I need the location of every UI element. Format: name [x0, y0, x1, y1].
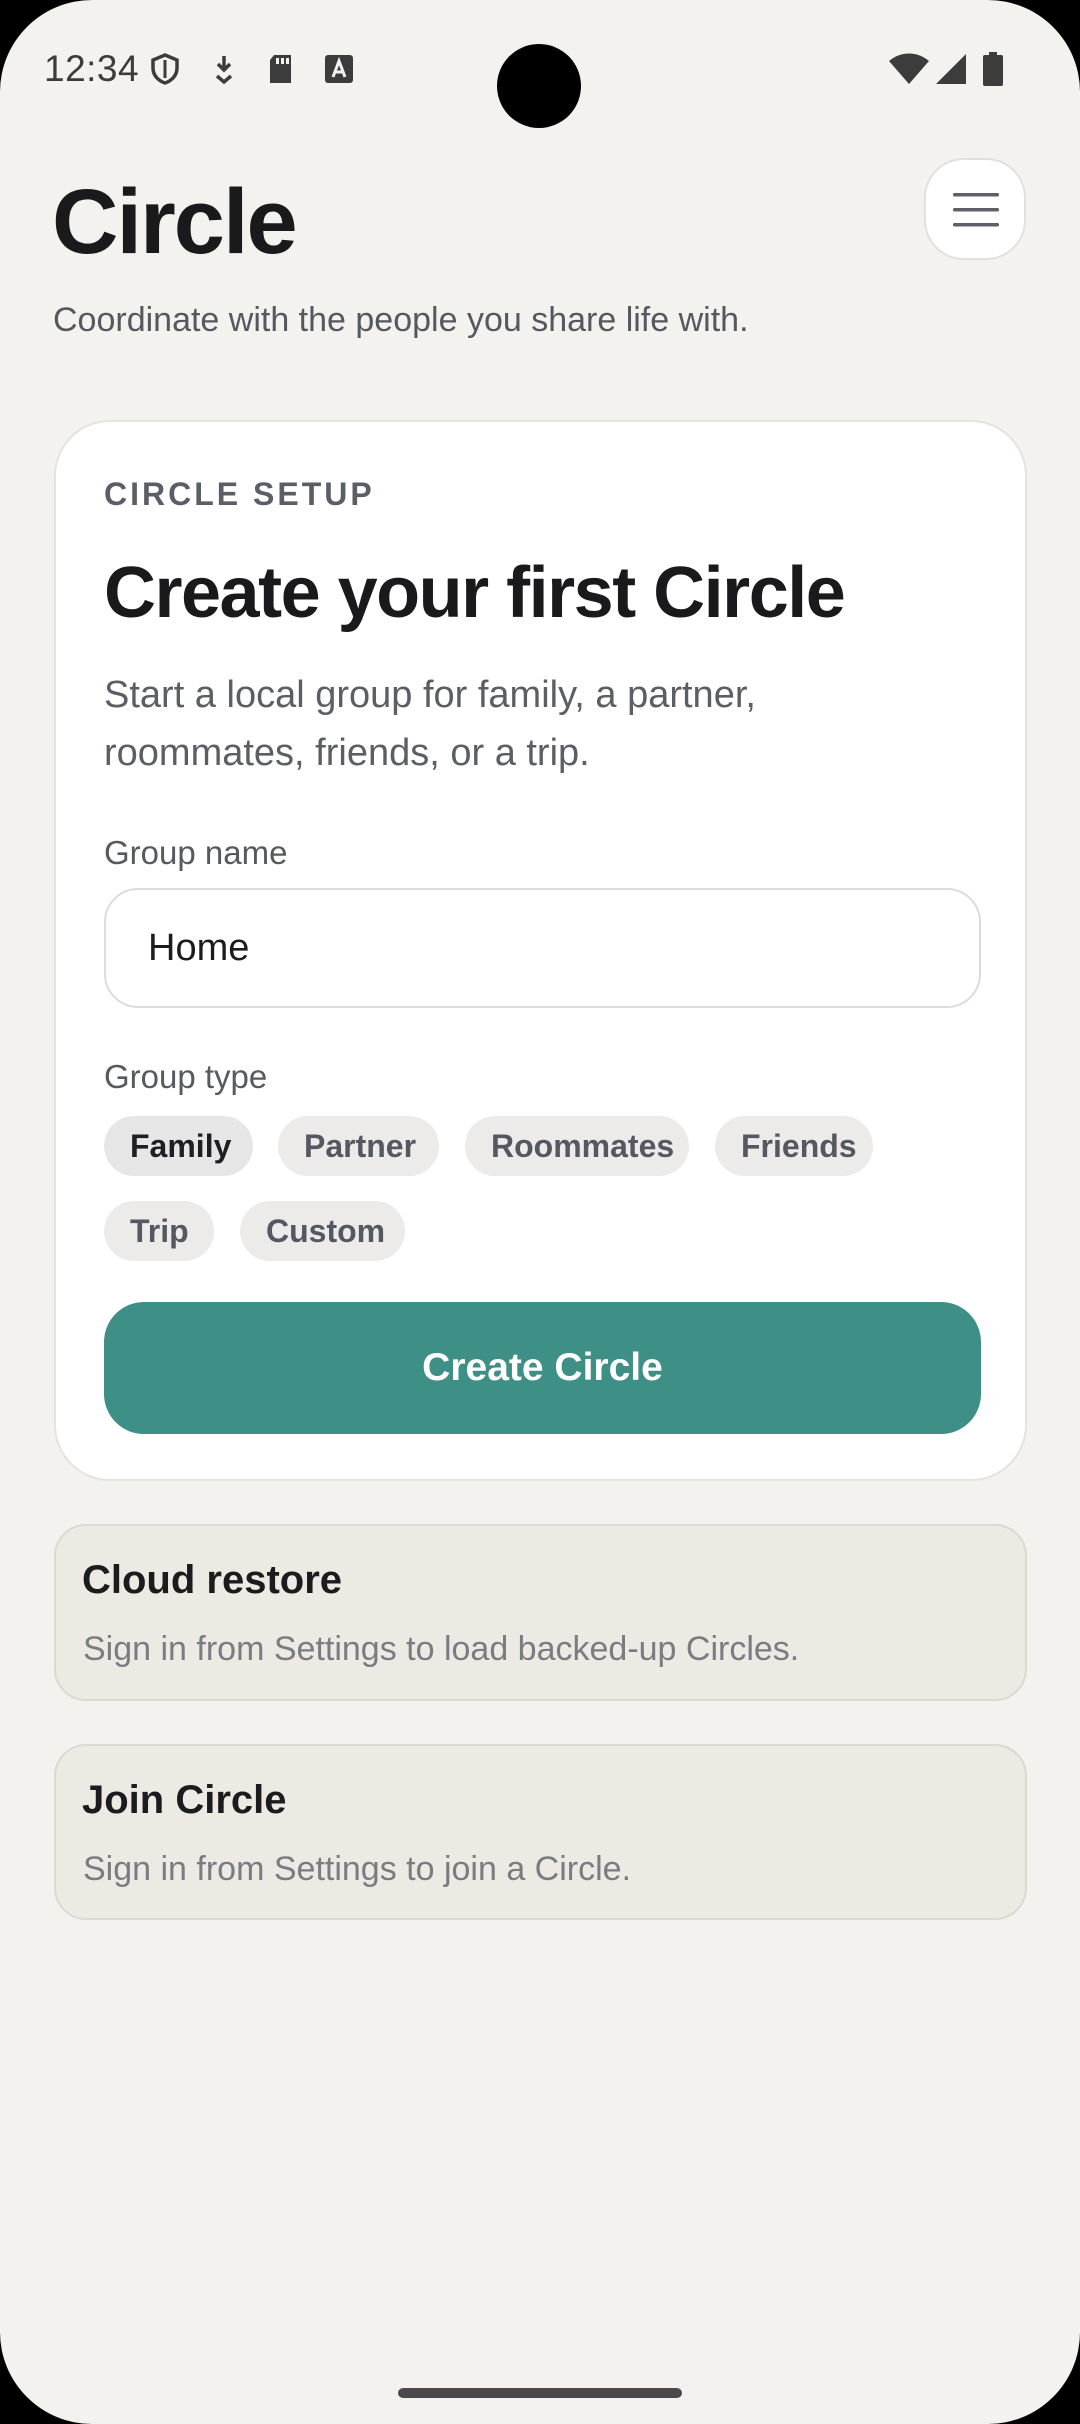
circle-setup-card: CIRCLE SETUP Create your first Circle St… [54, 420, 1027, 1481]
battery-icon [982, 52, 1004, 86]
sd-card-icon [264, 52, 298, 86]
cloud-restore-card[interactable]: Cloud restore Sign in from Settings to l… [54, 1524, 1027, 1701]
shield-icon [148, 52, 182, 86]
status-time: 12:34 [44, 48, 140, 89]
menu-icon [953, 193, 999, 227]
chip-family[interactable]: Family [104, 1116, 253, 1176]
text-a-icon [322, 52, 356, 86]
cloud-restore-title: Cloud restore [82, 1558, 343, 1602]
join-circle-text: Sign in from Settings to join a Circle. [83, 1850, 632, 1888]
join-circle-title: Join Circle [82, 1778, 287, 1822]
wifi-icon [888, 52, 930, 86]
setup-eyebrow: CIRCLE SETUP [104, 476, 375, 512]
app-title: Circle [52, 171, 298, 273]
chip-roommates[interactable]: Roommates [465, 1116, 689, 1176]
camera-cutout [497, 44, 581, 128]
chip-custom[interactable]: Custom [240, 1201, 405, 1261]
join-circle-card[interactable]: Join Circle Sign in from Settings to joi… [54, 1744, 1027, 1920]
download-arrow-icon [207, 52, 241, 86]
chip-partner[interactable]: Partner [278, 1116, 439, 1176]
menu-button[interactable] [924, 158, 1026, 260]
cloud-restore-text: Sign in from Settings to load backed-up … [83, 1630, 800, 1668]
setup-description: Start a local group for family, a partne… [104, 674, 756, 774]
group-name-input[interactable] [104, 888, 981, 1008]
group-name-label: Group name [104, 834, 288, 871]
status-bar: 12:34 [0, 0, 1080, 140]
cellular-signal-icon [934, 52, 968, 86]
create-circle-button[interactable]: Create Circle [104, 1302, 981, 1434]
chip-friends[interactable]: Friends [715, 1116, 873, 1176]
app-subtitle: Coordinate with the people you share lif… [53, 301, 749, 339]
setup-title: Create your first Circle [104, 553, 846, 633]
group-type-label: Group type [104, 1058, 268, 1095]
chip-trip[interactable]: Trip [104, 1201, 214, 1261]
app-screen: 12:34 Circle Coordinate with the people … [0, 0, 1080, 2424]
home-indicator[interactable] [398, 2388, 682, 2398]
